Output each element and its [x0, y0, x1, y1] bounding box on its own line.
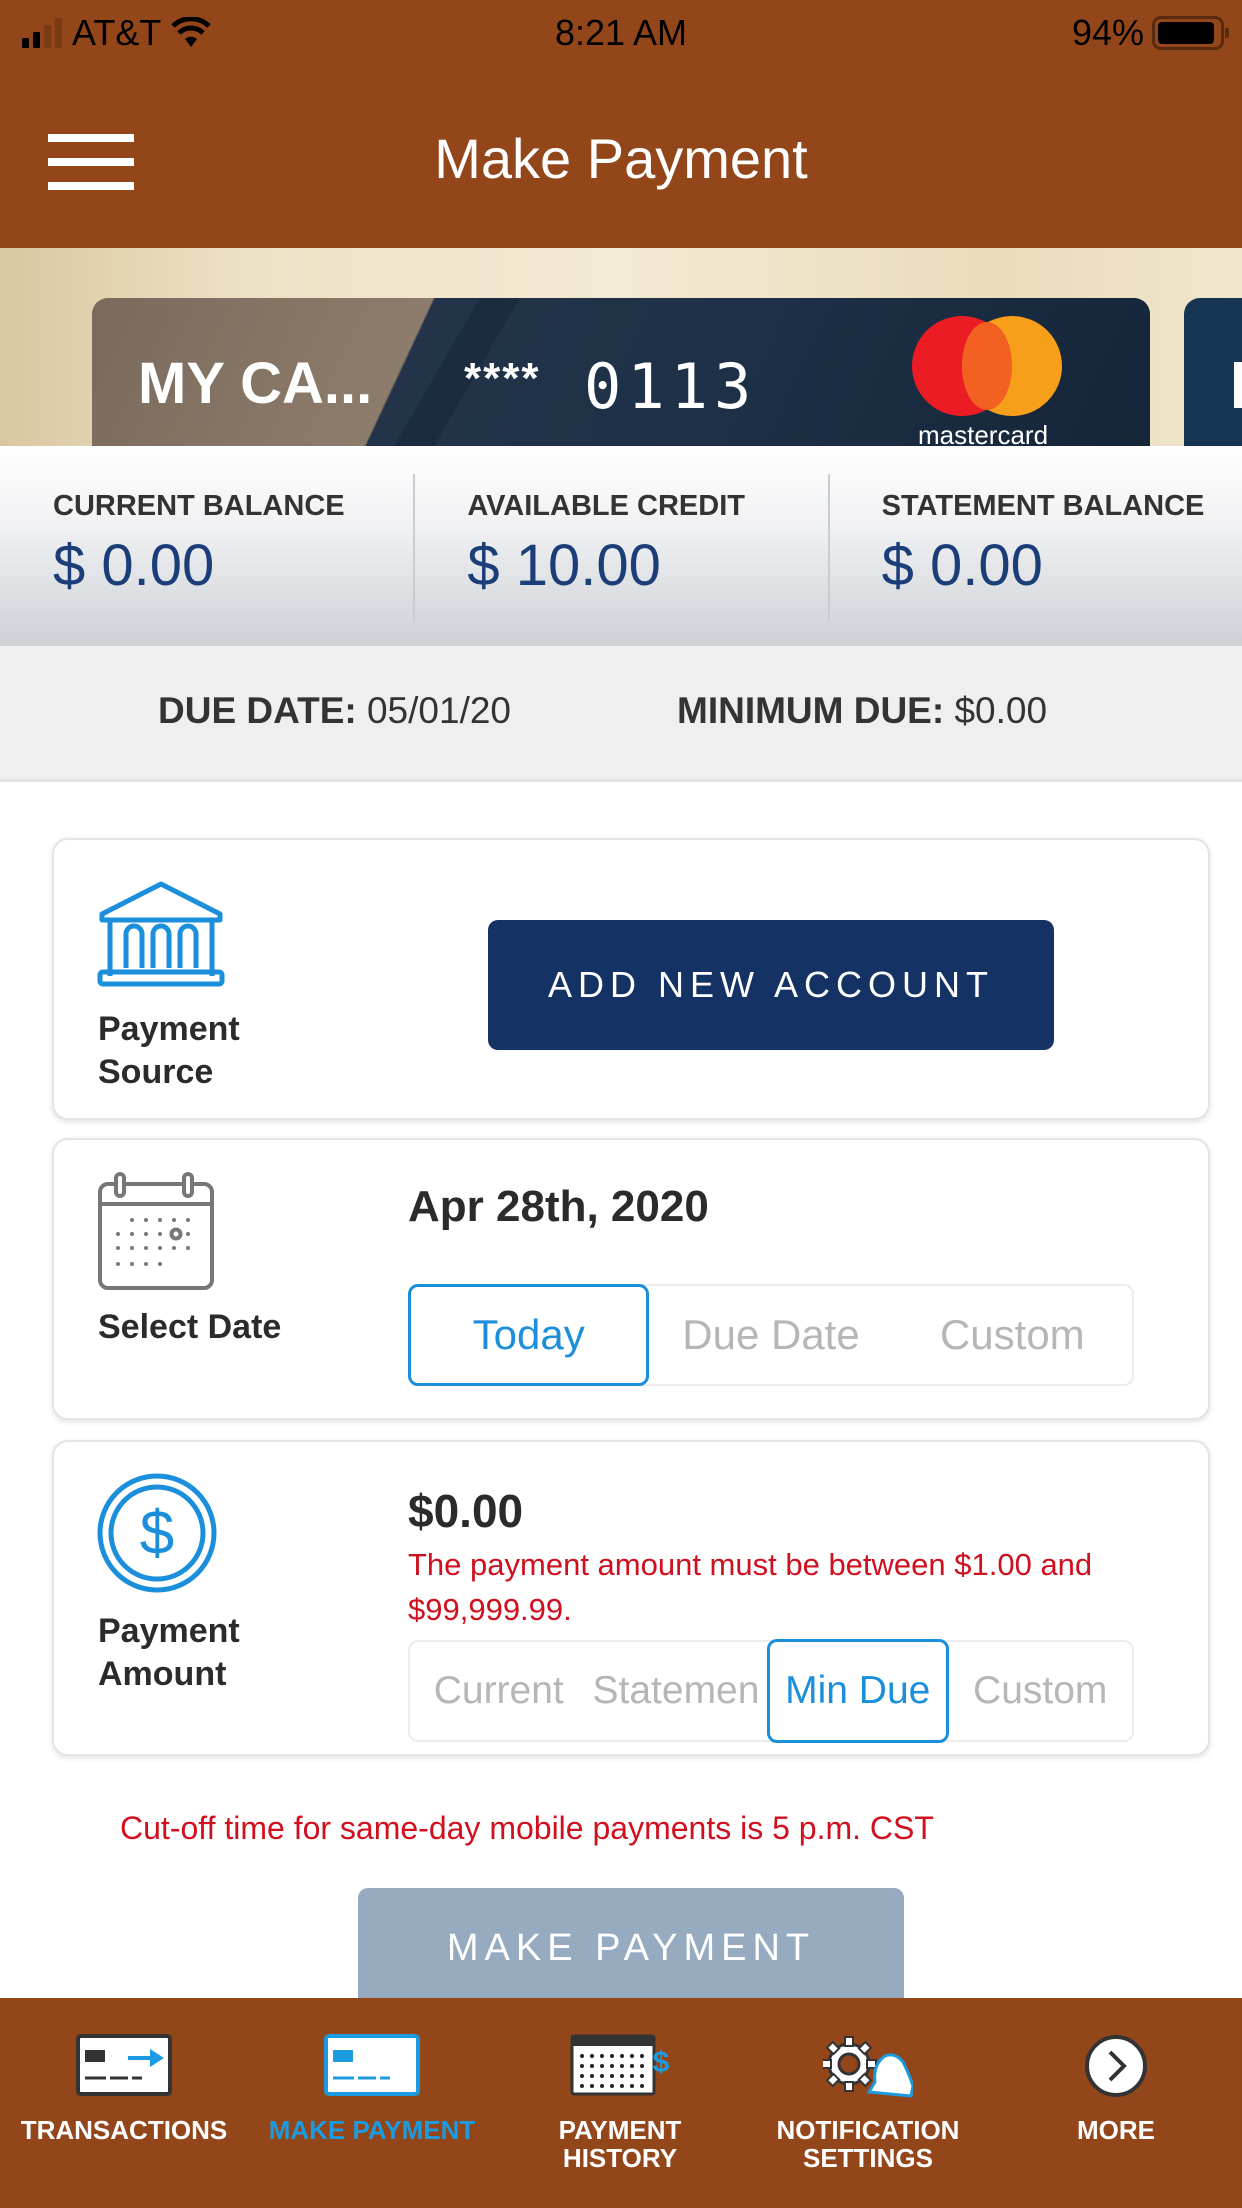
calendar-dollar-icon: $	[570, 2034, 670, 2096]
amount-option-min-due[interactable]: Min Due	[767, 1639, 949, 1743]
balance-label: CURRENT BALANCE	[53, 490, 345, 522]
add-new-account-button[interactable]: ADD NEW ACCOUNT	[488, 920, 1054, 1050]
select-date-panel: Select Date Apr 28th, 2020 Today Due Dat…	[52, 1138, 1210, 1420]
due-info: DUE DATE: 05/01/20 MINIMUM DUE: $0.00	[0, 646, 1242, 782]
date-option-group: Today Due Date Custom	[408, 1284, 1134, 1386]
mastercard-logo-icon	[912, 316, 1062, 416]
minimum-due-value: $0.00	[954, 690, 1048, 731]
app-header: Make Payment	[0, 70, 1242, 248]
amount-option-current[interactable]: Current	[410, 1639, 588, 1743]
make-payment-button[interactable]: MAKE PAYMENT	[358, 1888, 904, 2008]
balance-available: AVAILABLE CREDIT $ 10.00	[413, 446, 827, 646]
balance-label: STATEMENT BALANCE	[881, 490, 1205, 522]
page-title: Make Payment	[434, 127, 808, 190]
due-date-label: DUE DATE:	[158, 690, 357, 731]
chevron-right-circle-icon	[1085, 2035, 1147, 2097]
selected-date: Apr 28th, 2020	[408, 1182, 709, 1231]
bottom-tab-bar: TRANSACTIONS MAKE PAYMENT $ PAYMENT HIST…	[0, 1998, 1242, 2208]
card-network: mastercard	[918, 420, 1049, 448]
minimum-due-label: MINIMUM DUE:	[677, 690, 945, 731]
balance-value: $ 0.00	[53, 533, 215, 598]
balance-statement: STATEMENT BALANCE $ 0.00	[827, 446, 1242, 646]
dollar-coin-icon: $	[97, 1473, 217, 1593]
balance-label: AVAILABLE CREDIT	[467, 490, 745, 522]
tab-notification-settings[interactable]: NOTIFICATION SETTINGS	[744, 1998, 992, 2208]
status-time: 8:21 AM	[554, 12, 688, 53]
balances-strip: CURRENT BALANCE $ 0.00 AVAILABLE CREDIT …	[0, 446, 1242, 646]
tab-label: PAYMENT HISTORY	[558, 2115, 682, 2173]
due-date-value: 05/01/20	[366, 690, 512, 731]
tab-make-payment[interactable]: MAKE PAYMENT	[248, 1998, 496, 2208]
balance-current: CURRENT BALANCE $ 0.00	[0, 446, 413, 646]
next-card-peek[interactable]	[1184, 298, 1242, 448]
tab-label: MAKE PAYMENT	[268, 2115, 476, 2145]
payment-source-label: Payment Source	[98, 1010, 240, 1091]
top-bar: AT&T 8:21 AM 94% Make Payment	[0, 0, 1242, 248]
credit-card[interactable]: MY CA... **** 0113 mastercard	[92, 298, 1150, 448]
due-date: DUE DATE: 05/01/20	[158, 690, 511, 732]
bank-icon	[97, 881, 225, 987]
payment-amount-label: Payment Amount	[98, 1612, 240, 1693]
make-payment-card-icon	[324, 2034, 420, 2096]
payment-amount-error: The payment amount must be between $1.00…	[408, 1547, 1093, 1627]
tab-label: MORE	[1077, 2115, 1155, 2145]
amount-option-custom[interactable]: Custom	[949, 1639, 1132, 1743]
payment-amount-value[interactable]: $0.00	[408, 1484, 523, 1538]
date-option-today[interactable]: Today	[408, 1284, 650, 1386]
payment-source-panel: Payment Source ADD NEW ACCOUNT	[52, 838, 1210, 1120]
card-name: MY CA...	[138, 351, 373, 416]
transactions-card-icon	[76, 2034, 172, 2096]
card-mask: ****	[464, 354, 541, 403]
tab-payment-history[interactable]: $ PAYMENT HISTORY	[496, 1998, 744, 2208]
battery-percent: 94%	[1071, 12, 1144, 53]
date-option-due-date[interactable]: Due Date	[649, 1284, 892, 1386]
minimum-due: MINIMUM DUE: $0.00	[677, 690, 1047, 732]
gear-bell-icon	[823, 2036, 913, 2098]
select-date-label: Select Date	[98, 1308, 282, 1346]
balance-value: $ 10.00	[467, 533, 661, 598]
tab-label: NOTIFICATION SETTINGS	[776, 2115, 960, 2173]
payment-amount-panel: $ Payment Amount $0.00 The payment amoun…	[52, 1440, 1210, 1756]
tab-transactions[interactable]: TRANSACTIONS	[0, 1998, 248, 2208]
card-carousel[interactable]: MY CA... **** 0113 mastercard	[0, 248, 1242, 448]
calendar-icon	[98, 1172, 214, 1290]
cutoff-notice: Cut-off time for same-day mobile payment…	[120, 1810, 934, 1846]
battery-icon	[1152, 16, 1229, 50]
date-option-custom[interactable]: Custom	[893, 1284, 1132, 1386]
svg-text:$: $	[653, 2046, 670, 2079]
svg-text:$: $	[140, 1499, 174, 1568]
card-last4: 0113	[584, 350, 758, 423]
status-bar: AT&T 8:21 AM 94%	[0, 0, 1242, 70]
amount-option-statement[interactable]: Statemen	[588, 1639, 768, 1743]
amount-option-group: Current Statemen Min Due Custom	[408, 1639, 1134, 1743]
balance-value: $ 0.00	[881, 533, 1043, 598]
tab-more[interactable]: MORE	[992, 1998, 1240, 2208]
tab-label: TRANSACTIONS	[20, 2115, 228, 2145]
